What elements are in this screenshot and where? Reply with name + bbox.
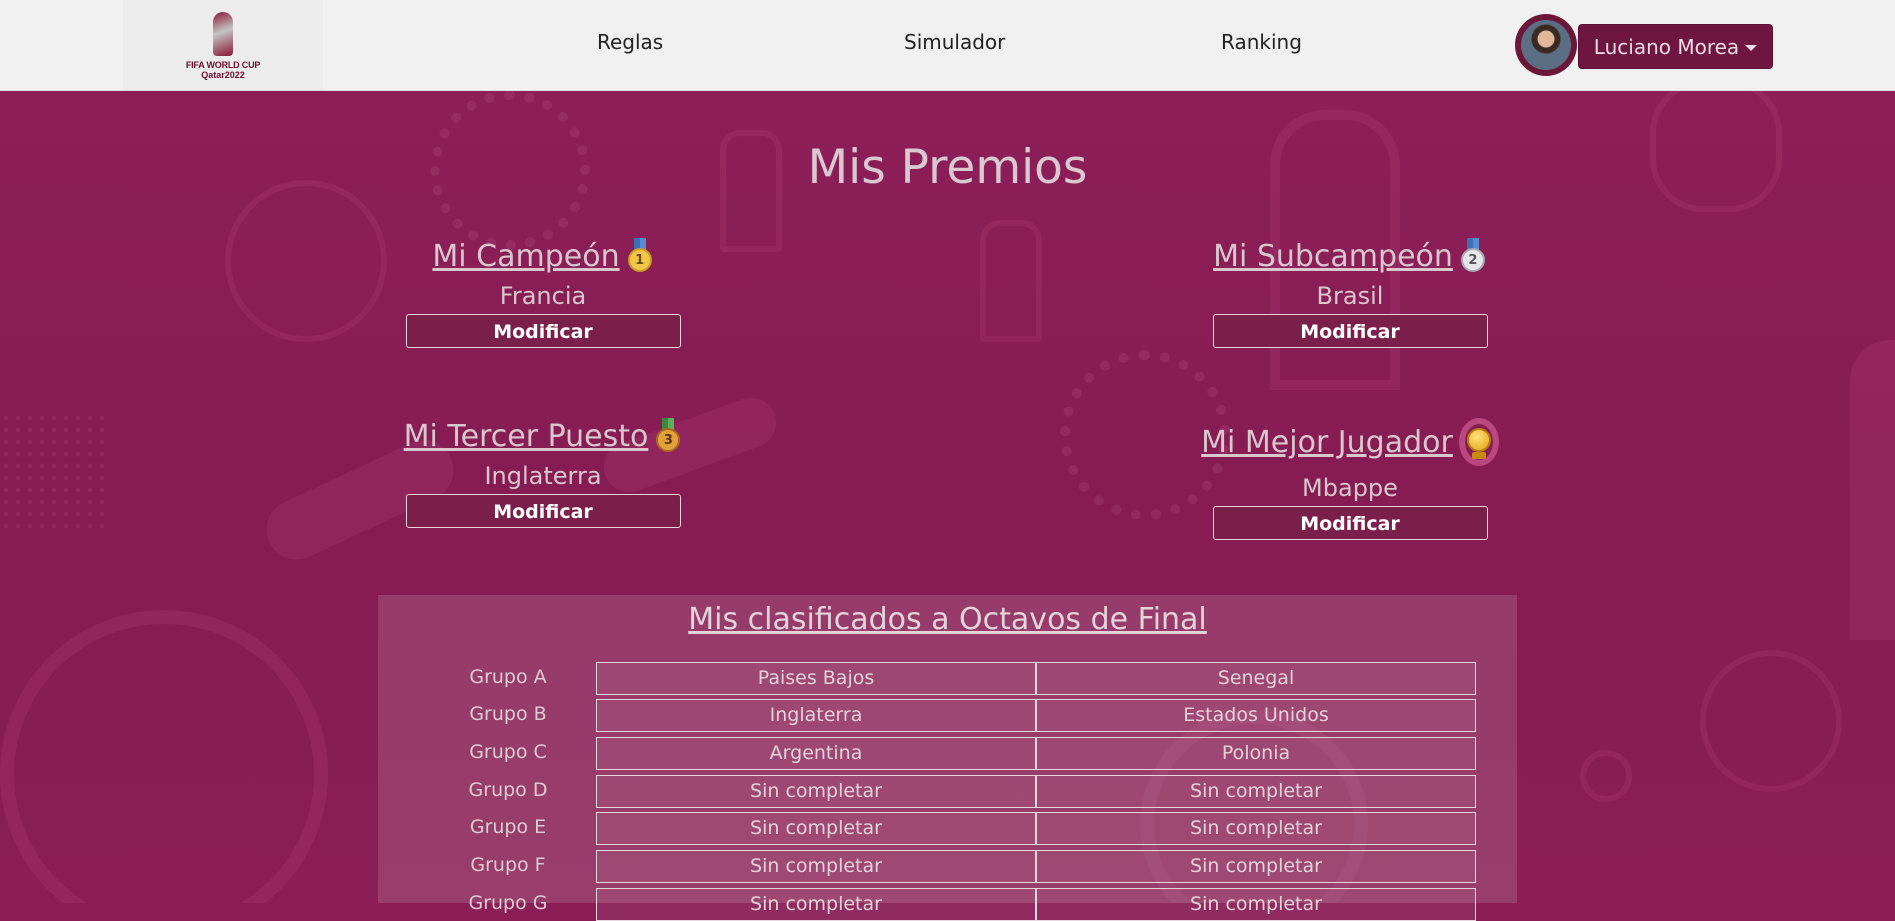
prize-best-player-title[interactable]: Mi Mejor Jugador [1201,418,1499,466]
silver-medal-icon: 2 [1459,238,1487,274]
prize-champion-value: Francia [499,282,587,310]
chevron-down-icon [1745,44,1758,51]
trophy-emblem-icon [209,10,237,58]
group-second-cell[interactable]: Polonia [1036,737,1476,770]
group-label: Grupo B [469,703,547,725]
group-first-cell[interactable]: Argentina [596,737,1036,770]
prize-best-player-value: Mbappe [1302,474,1398,502]
nav-link-simulador[interactable]: Simulador [904,30,1005,54]
table-row: Grupo C Argentina Polonia [378,737,1517,770]
group-second-cell[interactable]: Sin completar [1036,888,1476,921]
user-name-label: Luciano Morea [1593,34,1740,59]
group-label: Grupo D [468,779,548,801]
prize-runner-up-value: Brasil [1316,282,1384,310]
medal-number: 2 [1460,248,1485,272]
medal-number: 3 [656,428,681,452]
round-of-16-qualifiers-panel: Mis clasificados a Octavos de Final Grup… [378,595,1517,921]
top-navbar: FIFA WORLD CUP Qatar2022 Reglas Simulado… [0,0,1895,91]
group-label: Grupo C [469,741,547,763]
table-row: Grupo F Sin completar Sin completar [378,850,1517,883]
prize-third-place: Mi Tercer Puesto 3 Inglaterra Modificar [393,418,693,528]
group-label: Grupo A [469,666,547,688]
prize-runner-up: Mi Subcampeón 2 Brasil Modificar [1200,238,1500,348]
group-second-cell[interactable]: Senegal [1036,662,1476,695]
group-second-cell[interactable]: Sin completar [1036,850,1476,883]
table-row: Grupo A Paises Bajos Senegal [378,662,1517,695]
modify-runner-up-button[interactable]: Modificar [1212,314,1488,348]
group-first-cell[interactable]: Inglaterra [596,699,1036,732]
prize-third-place-title-text[interactable]: Mi Tercer Puesto [404,419,649,454]
group-label: Grupo F [470,854,546,876]
world-cup-logo[interactable]: FIFA WORLD CUP Qatar2022 [123,0,323,90]
prize-third-place-value: Inglaterra [484,462,602,490]
table-row: Grupo G Sin completar Sin completar [378,888,1517,921]
prize-champion-title[interactable]: Mi Campeón 1 [432,238,653,274]
group-label: Grupo G [468,892,548,914]
prize-best-player-title-text[interactable]: Mi Mejor Jugador [1201,425,1453,460]
modify-third-place-button[interactable]: Modificar [405,494,681,528]
logo-text-top: FIFA WORLD CUP [185,60,261,70]
prize-runner-up-title-text[interactable]: Mi Subcampeón [1213,239,1453,274]
prize-runner-up-title[interactable]: Mi Subcampeón 2 [1213,238,1487,274]
prize-best-player: Mi Mejor Jugador Mbappe Modificar [1200,418,1500,540]
logo-text-bottom: Qatar2022 [201,70,245,80]
bronze-medal-icon: 3 [654,418,682,454]
prize-champion-title-text[interactable]: Mi Campeón [432,239,619,274]
group-second-cell[interactable]: Estados Unidos [1036,699,1476,732]
modify-champion-button[interactable]: Modificar [405,314,681,348]
group-second-cell[interactable]: Sin completar [1036,775,1476,808]
prize-champion: Mi Campeón 1 Francia Modificar [393,238,693,348]
table-row: Grupo B Inglaterra Estados Unidos [378,699,1517,732]
group-first-cell[interactable]: Sin completar [596,812,1036,845]
group-first-cell[interactable]: Sin completar [596,775,1036,808]
nav-link-reglas[interactable]: Reglas [597,30,663,54]
page-title: Mis Premios [807,140,1088,195]
nav-link-ranking[interactable]: Ranking [1221,30,1302,54]
group-label: Grupo E [469,816,547,838]
user-menu-button[interactable]: Luciano Morea [1578,24,1773,69]
user-avatar[interactable] [1515,14,1577,76]
golden-ball-icon [1458,418,1499,466]
modify-best-player-button[interactable]: Modificar [1212,506,1488,540]
group-first-cell[interactable]: Paises Bajos [596,662,1036,695]
table-row: Grupo E Sin completar Sin completar [378,812,1517,845]
medal-number: 1 [627,248,652,272]
avatar-photo [1521,20,1571,70]
groups-panel-title[interactable]: Mis clasificados a Octavos de Final [378,602,1517,637]
table-row: Grupo D Sin completar Sin completar [378,775,1517,808]
gold-medal-icon: 1 [626,238,654,274]
group-second-cell[interactable]: Sin completar [1036,812,1476,845]
prize-third-place-title[interactable]: Mi Tercer Puesto 3 [404,418,683,454]
group-first-cell[interactable]: Sin completar [596,888,1036,921]
group-first-cell[interactable]: Sin completar [596,850,1036,883]
